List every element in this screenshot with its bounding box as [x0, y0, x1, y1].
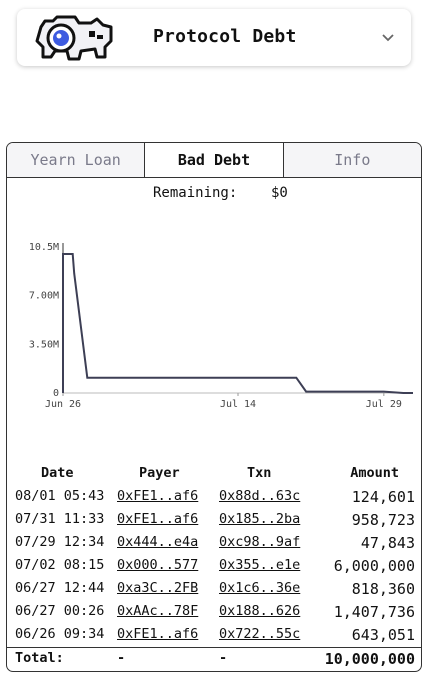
y-tick-label: 3.50M — [29, 339, 59, 350]
protocol-selector[interactable]: Protocol Debt — [17, 9, 411, 66]
txn-link[interactable]: 0x188..626 — [219, 603, 300, 619]
txn-link[interactable]: 0x185..2ba — [219, 511, 300, 527]
txn-link[interactable]: 0x355..e1e — [219, 557, 300, 573]
table-row: 07/29 12:34 0x444..e4a 0xc98..9af 47,843 — [7, 532, 421, 555]
cell-date: 06/27 00:26 — [15, 603, 105, 619]
y-tick-label: 10.5M — [29, 242, 59, 253]
payer-link[interactable]: 0xFE1..af6 — [117, 488, 198, 504]
cell-amount: 47,843 — [360, 534, 415, 552]
cell-date: 07/31 11:33 — [15, 511, 105, 527]
bad-debt-panel: Yearn Loan Bad Debt Info Remaining: $0 0… — [6, 142, 422, 672]
payer-link[interactable]: 0x444..e4a — [117, 534, 198, 550]
payer-link[interactable]: 0xAAc..78F — [117, 603, 198, 619]
cell-amount: 958,723 — [351, 511, 415, 529]
tab-bar: Yearn Loan Bad Debt Info — [7, 143, 421, 178]
payer-link[interactable]: 0xFE1..af6 — [117, 511, 198, 527]
chevron-down-icon[interactable] — [381, 30, 395, 44]
total-amount: 10,000,000 — [324, 650, 415, 668]
payer-link[interactable]: 0xFE1..af6 — [117, 626, 198, 642]
cell-date: 06/27 12:44 — [15, 580, 105, 596]
cell-date: 07/29 12:34 — [15, 534, 105, 550]
table-row: 08/01 05:43 0xFE1..af6 0x88d..63c 124,60… — [7, 486, 421, 509]
cell-amount: 6,000,000 — [333, 557, 415, 575]
payer-link[interactable]: 0xa3C..2FB — [117, 580, 198, 596]
cell-amount: 818,360 — [351, 580, 415, 598]
cell-amount: 643,051 — [351, 626, 415, 644]
remaining-label: Remaining: — [153, 185, 238, 201]
table-row: 06/27 12:44 0xa3C..2FB 0x1c6..36e 818,36… — [7, 578, 421, 601]
total-row: Total: - - 10,000,000 — [7, 647, 421, 671]
table-row: 06/26 09:34 0xFE1..af6 0x722..55c 643,05… — [7, 624, 421, 647]
y-tick-label: 0 — [53, 388, 59, 399]
cartoon-creature-logo — [35, 15, 113, 61]
page-title: Protocol Debt — [153, 26, 297, 47]
total-label: Total: — [15, 650, 64, 666]
y-tick-label: 7.00M — [29, 291, 59, 302]
debt-line-chart: 0 3.50M 7.00M 10.5M Jun 26 Jul 14 Jul 29 — [29, 242, 413, 410]
x-tick-label: Jul 14 — [220, 399, 256, 410]
debt-series-line — [62, 253, 413, 394]
table-row: 07/31 11:33 0xFE1..af6 0x185..2ba 958,72… — [7, 509, 421, 532]
total-payer: - — [117, 650, 126, 666]
x-tick-label: Jun 26 — [45, 399, 81, 410]
total-txn: - — [219, 650, 228, 666]
cell-date: 08/01 05:43 — [15, 488, 105, 504]
payments-table: Date Payer Txn Amount 08/01 05:43 0xFE1.… — [7, 463, 421, 671]
column-header-txn: Txn — [247, 465, 272, 481]
column-header-date: Date — [41, 465, 74, 481]
txn-link[interactable]: 0x1c6..36e — [219, 580, 300, 596]
cell-date: 07/02 08:15 — [15, 557, 105, 573]
payer-link[interactable]: 0x000..577 — [117, 557, 198, 573]
column-header-amount: Amount — [350, 465, 399, 481]
txn-link[interactable]: 0x88d..63c — [219, 488, 300, 504]
txn-link[interactable]: 0x722..55c — [219, 626, 300, 642]
table-row: 06/27 00:26 0xAAc..78F 0x188..626 1,407,… — [7, 601, 421, 624]
table-row: 07/02 08:15 0x000..577 0x355..e1e 6,000,… — [7, 555, 421, 578]
tab-info[interactable]: Info — [282, 143, 421, 177]
column-header-payer: Payer — [139, 465, 180, 481]
cell-amount: 124,601 — [351, 488, 415, 506]
table-header-row: Date Payer Txn Amount — [7, 463, 421, 486]
cell-date: 06/26 09:34 — [15, 626, 105, 642]
txn-link[interactable]: 0xc98..9af — [219, 534, 300, 550]
x-tick-label: Jul 29 — [366, 399, 402, 410]
cell-amount: 1,407,736 — [333, 603, 415, 621]
tab-bad-debt[interactable]: Bad Debt — [144, 143, 283, 177]
remaining-value: $0 — [271, 185, 288, 201]
tab-yearn-loan[interactable]: Yearn Loan — [7, 143, 145, 177]
